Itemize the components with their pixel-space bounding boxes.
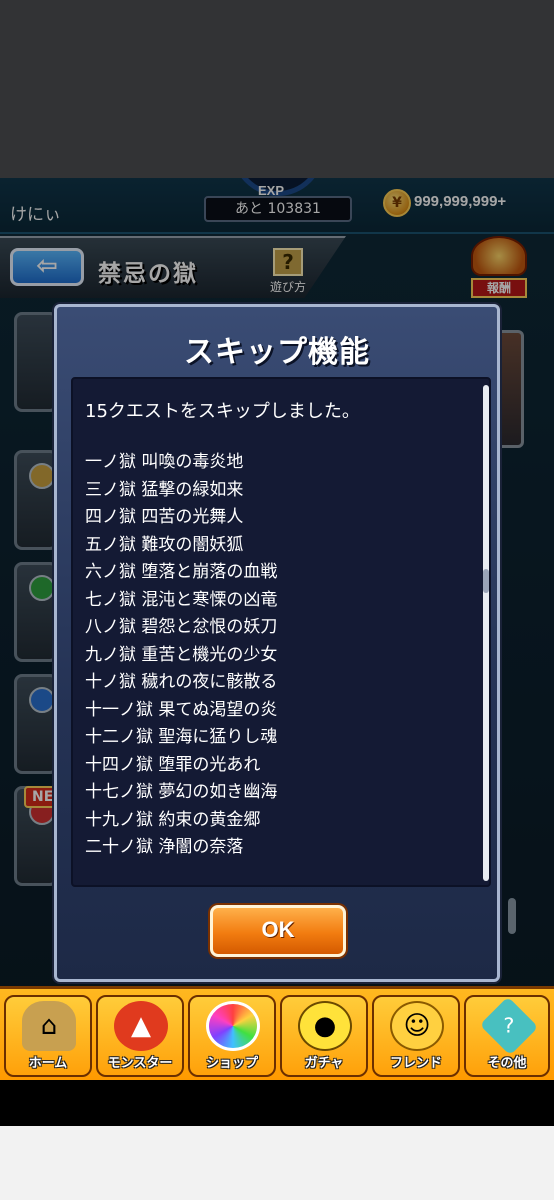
dialog-scrollbar[interactable] bbox=[483, 385, 489, 881]
skipped-quest-list: 一ノ獄 叫喚の毒炎地 三ノ獄 猛撃の緑如来 四ノ獄 四苦の光舞人 五ノ獄 難攻の… bbox=[85, 449, 277, 862]
other-icon: ? bbox=[479, 996, 539, 1056]
dialog-title: スキップ機能 bbox=[184, 335, 370, 370]
nav-friend[interactable]: ☺ フレンド bbox=[372, 995, 460, 1077]
dialog-content: 15クエストをスキップしました。 一ノ獄 叫喚の毒炎地 三ノ獄 猛撃の緑如来 四… bbox=[71, 377, 491, 887]
scroll-thumb[interactable] bbox=[483, 569, 489, 593]
list-item: 三ノ獄 猛撃の緑如来 bbox=[85, 479, 244, 500]
list-item: 四ノ獄 四苦の光舞人 bbox=[85, 507, 244, 527]
monster-icon: ▲ bbox=[114, 1001, 168, 1051]
nav-label: ホーム bbox=[28, 1056, 68, 1071]
list-item: 十七ノ獄 夢幻の如き幽海 bbox=[85, 782, 278, 802]
gacha-egg-icon: ● bbox=[298, 1001, 352, 1051]
status-bar-area bbox=[0, 0, 554, 178]
list-item: 十九ノ獄 約束の黄金郷 bbox=[85, 809, 261, 830]
nav-monster[interactable]: ▲ モンスター bbox=[96, 995, 184, 1077]
list-item: 十ノ獄 穢れの夜に骸散る bbox=[85, 672, 278, 692]
nav-label: ショップ bbox=[205, 1056, 258, 1071]
list-item: 十四ノ獄 堕罪の光あれ bbox=[85, 754, 261, 775]
list-item: 十二ノ獄 聖海に猛りし魂 bbox=[85, 727, 278, 747]
list-item: 六ノ獄 堕落と崩落の血戦 bbox=[85, 562, 278, 582]
rainbow-orb-icon bbox=[206, 1001, 260, 1051]
home-icon: ⌂ bbox=[22, 1001, 76, 1051]
bottom-blank bbox=[0, 1126, 554, 1200]
list-item: 七ノ獄 混沌と寒慄の凶竜 bbox=[85, 589, 278, 610]
skip-dialog: スキップ機能 15クエストをスキップしました。 一ノ獄 叫喚の毒炎地 三ノ獄 猛… bbox=[54, 304, 500, 982]
list-item: 五ノ獄 難攻の闇妖狐 bbox=[85, 534, 244, 555]
list-item: 十一ノ獄 果てぬ渇望の炎 bbox=[85, 699, 278, 720]
nav-label: その他 bbox=[487, 1056, 527, 1071]
nav-label: モンスター bbox=[107, 1056, 173, 1071]
ok-button[interactable]: OK bbox=[210, 905, 346, 957]
list-item: 九ノ獄 重苦と機光の少女 bbox=[85, 644, 278, 665]
system-nav-bar bbox=[0, 1080, 554, 1126]
nav-home[interactable]: ⌂ ホーム bbox=[4, 995, 92, 1077]
skip-message: 15クエストをスキップしました。 bbox=[85, 401, 360, 422]
nav-gacha[interactable]: ● ガチャ bbox=[280, 995, 368, 1077]
friends-icon: ☺ bbox=[390, 1001, 444, 1051]
list-item: 一ノ獄 叫喚の毒炎地 bbox=[85, 452, 244, 472]
bottom-nav: ⌂ ホーム ▲ モンスター ショップ ● ガチャ ☺ フレンド ? その他 bbox=[0, 986, 554, 1080]
nav-label: ガチャ bbox=[304, 1056, 344, 1071]
nav-shop[interactable]: ショップ bbox=[188, 995, 276, 1077]
list-item: 八ノ獄 碧怨と忿恨の妖刀 bbox=[85, 617, 278, 637]
nav-label: フレンド bbox=[389, 1056, 442, 1071]
game-screen: けにぃ EXP あと 103831 ¥ 999,999,999+ ⇦ 禁忌の獄 … bbox=[0, 178, 554, 1080]
list-item: 二十ノ獄 浄闇の奈落 bbox=[85, 837, 244, 857]
nav-other[interactable]: ? その他 bbox=[464, 995, 550, 1077]
